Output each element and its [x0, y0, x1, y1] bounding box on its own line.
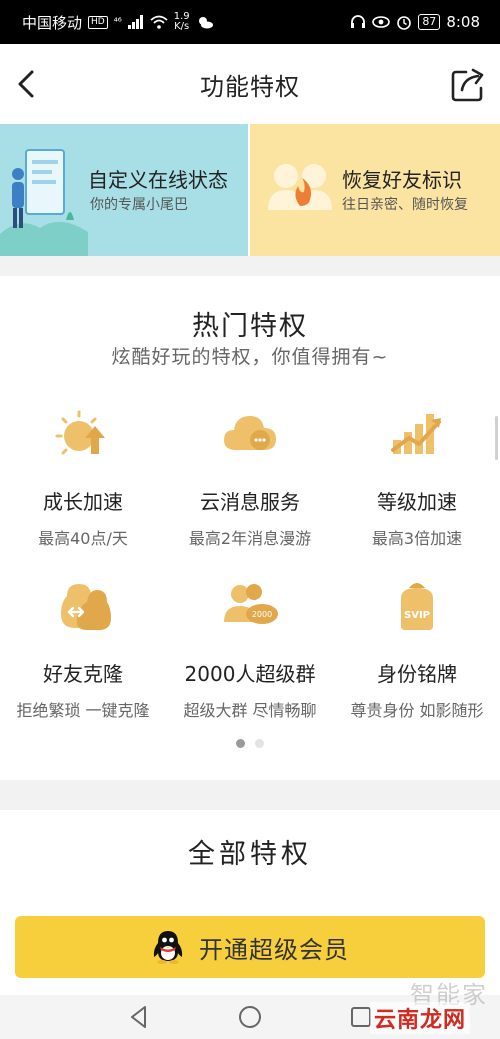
- privilege-desc: 最高2年消息漫游: [188, 529, 312, 548]
- person-screen-illustration: [0, 149, 88, 256]
- privilege-growth-speedup[interactable]: 成长加速 最高40点/天: [0, 404, 166, 549]
- cloud-message-icon: [224, 416, 276, 450]
- banner-restore-friend[interactable]: 恢复好友标识 往日亲密、随时恢复: [248, 124, 500, 256]
- group-size-badge: 2000: [252, 610, 272, 619]
- nav-bar: 功能特权: [0, 44, 500, 124]
- privilege-desc: 拒绝繁琐 一键克隆: [16, 701, 150, 720]
- network-type: ⁴⁶: [113, 16, 122, 28]
- carrier-name: 中国移动: [22, 13, 83, 32]
- privilege-identity-badge[interactable]: SVIP 身份铭牌 尊贵身份 如影随形: [334, 576, 500, 721]
- privilege-name: 成长加速: [43, 490, 123, 514]
- network-speed: 1.9 K/s: [174, 12, 190, 32]
- section-title: 热门特权: [192, 311, 308, 342]
- signal-icon: [127, 15, 143, 29]
- watermark-bottom: 云南龙网: [369, 1002, 470, 1034]
- nav-home-circle-icon[interactable]: [237, 1004, 263, 1030]
- status-bar: 中国移动 HD ⁴⁶ 1.9 K/s 87 8:08: [0, 0, 500, 44]
- privilege-friend-clone[interactable]: 好友克隆 拒绝繁琐 一键克隆: [0, 576, 166, 721]
- page-indicator: [0, 739, 500, 748]
- weather-icon: [198, 17, 213, 29]
- all-privileges-section: 全部特权 开通超级会员: [0, 810, 500, 995]
- status-left: 中国移动 HD ⁴⁶ 1.9 K/s: [22, 12, 214, 33]
- privilege-desc: 尊贵身份 如影随形: [350, 701, 484, 720]
- banner-custom-status[interactable]: 自定义在线状态 你的专属小尾巴: [0, 124, 248, 256]
- banner-title: 自定义在线状态: [88, 168, 228, 192]
- speed-unit: K/s: [174, 21, 190, 32]
- banner-subtitle: 往日亲密、随时恢复: [342, 197, 468, 213]
- clock: 8:08: [446, 13, 480, 31]
- wifi-icon: [150, 15, 168, 29]
- battery-level: 87: [418, 14, 441, 30]
- privilege-desc: 最高40点/天: [38, 529, 128, 548]
- status-right: 87 8:08: [350, 13, 480, 31]
- penguin-clone-icon: [61, 584, 111, 630]
- qq-penguin-icon: [153, 931, 183, 964]
- privilege-name: 等级加速: [377, 490, 457, 514]
- privilege-name: 好友克隆: [43, 662, 123, 686]
- privilege-name: 身份铭牌: [377, 662, 457, 686]
- section-title: 全部特权: [188, 839, 312, 870]
- open-svip-button[interactable]: 开通超级会员: [15, 916, 485, 978]
- friends-flame-illustration: [268, 164, 332, 210]
- privilege-name: 云消息服务: [200, 490, 300, 514]
- privilege-desc: 超级大群 尽情畅聊: [183, 701, 317, 720]
- headset-icon: [351, 15, 366, 28]
- group-2000-icon: 2000: [224, 584, 278, 624]
- section-subtitle: 炫酷好玩的特权，你值得拥有~: [111, 346, 389, 368]
- hot-privileges-section: 热门特权 炫酷好玩的特权，你值得拥有~ 成长加速 最高40点/天 云消息服务 最…: [0, 276, 500, 780]
- privilege-level-speedup[interactable]: 等级加速 最高3倍加速: [334, 404, 500, 549]
- page-dot[interactable]: [255, 739, 264, 748]
- page-dot-active[interactable]: [236, 739, 245, 748]
- svip-badge-icon: SVIP: [401, 583, 433, 630]
- banner-title: 恢复好友标识: [342, 168, 462, 192]
- hd-badge: HD: [88, 15, 108, 29]
- level-bars-icon: [391, 414, 441, 454]
- banner-subtitle: 你的专属小尾巴: [90, 197, 188, 213]
- open-svip-label: 开通超级会员: [199, 935, 349, 964]
- privilege-name: 2000人超级群: [184, 662, 316, 686]
- eye-icon: [372, 16, 391, 28]
- svip-label: SVIP: [404, 610, 430, 621]
- alarm-icon: [397, 16, 412, 30]
- share-icon[interactable]: [448, 64, 488, 104]
- privilege-desc: 最高3倍加速: [371, 529, 463, 548]
- page-title: 功能特权: [200, 72, 300, 101]
- privilege-cloud-message[interactable]: 云消息服务 最高2年消息漫游: [167, 404, 333, 549]
- sun-arrow-icon: [55, 410, 105, 455]
- back-arrow-icon[interactable]: [10, 66, 46, 102]
- nav-back-triangle-icon[interactable]: [126, 1004, 152, 1030]
- banner-carousel: 自定义在线状态 你的专属小尾巴 恢复好友标识 往日亲密、随时恢复: [0, 124, 500, 256]
- privilege-super-group[interactable]: 2000 2000人超级群 超级大群 尽情畅聊: [167, 576, 333, 721]
- scrollbar[interactable]: [495, 416, 498, 460]
